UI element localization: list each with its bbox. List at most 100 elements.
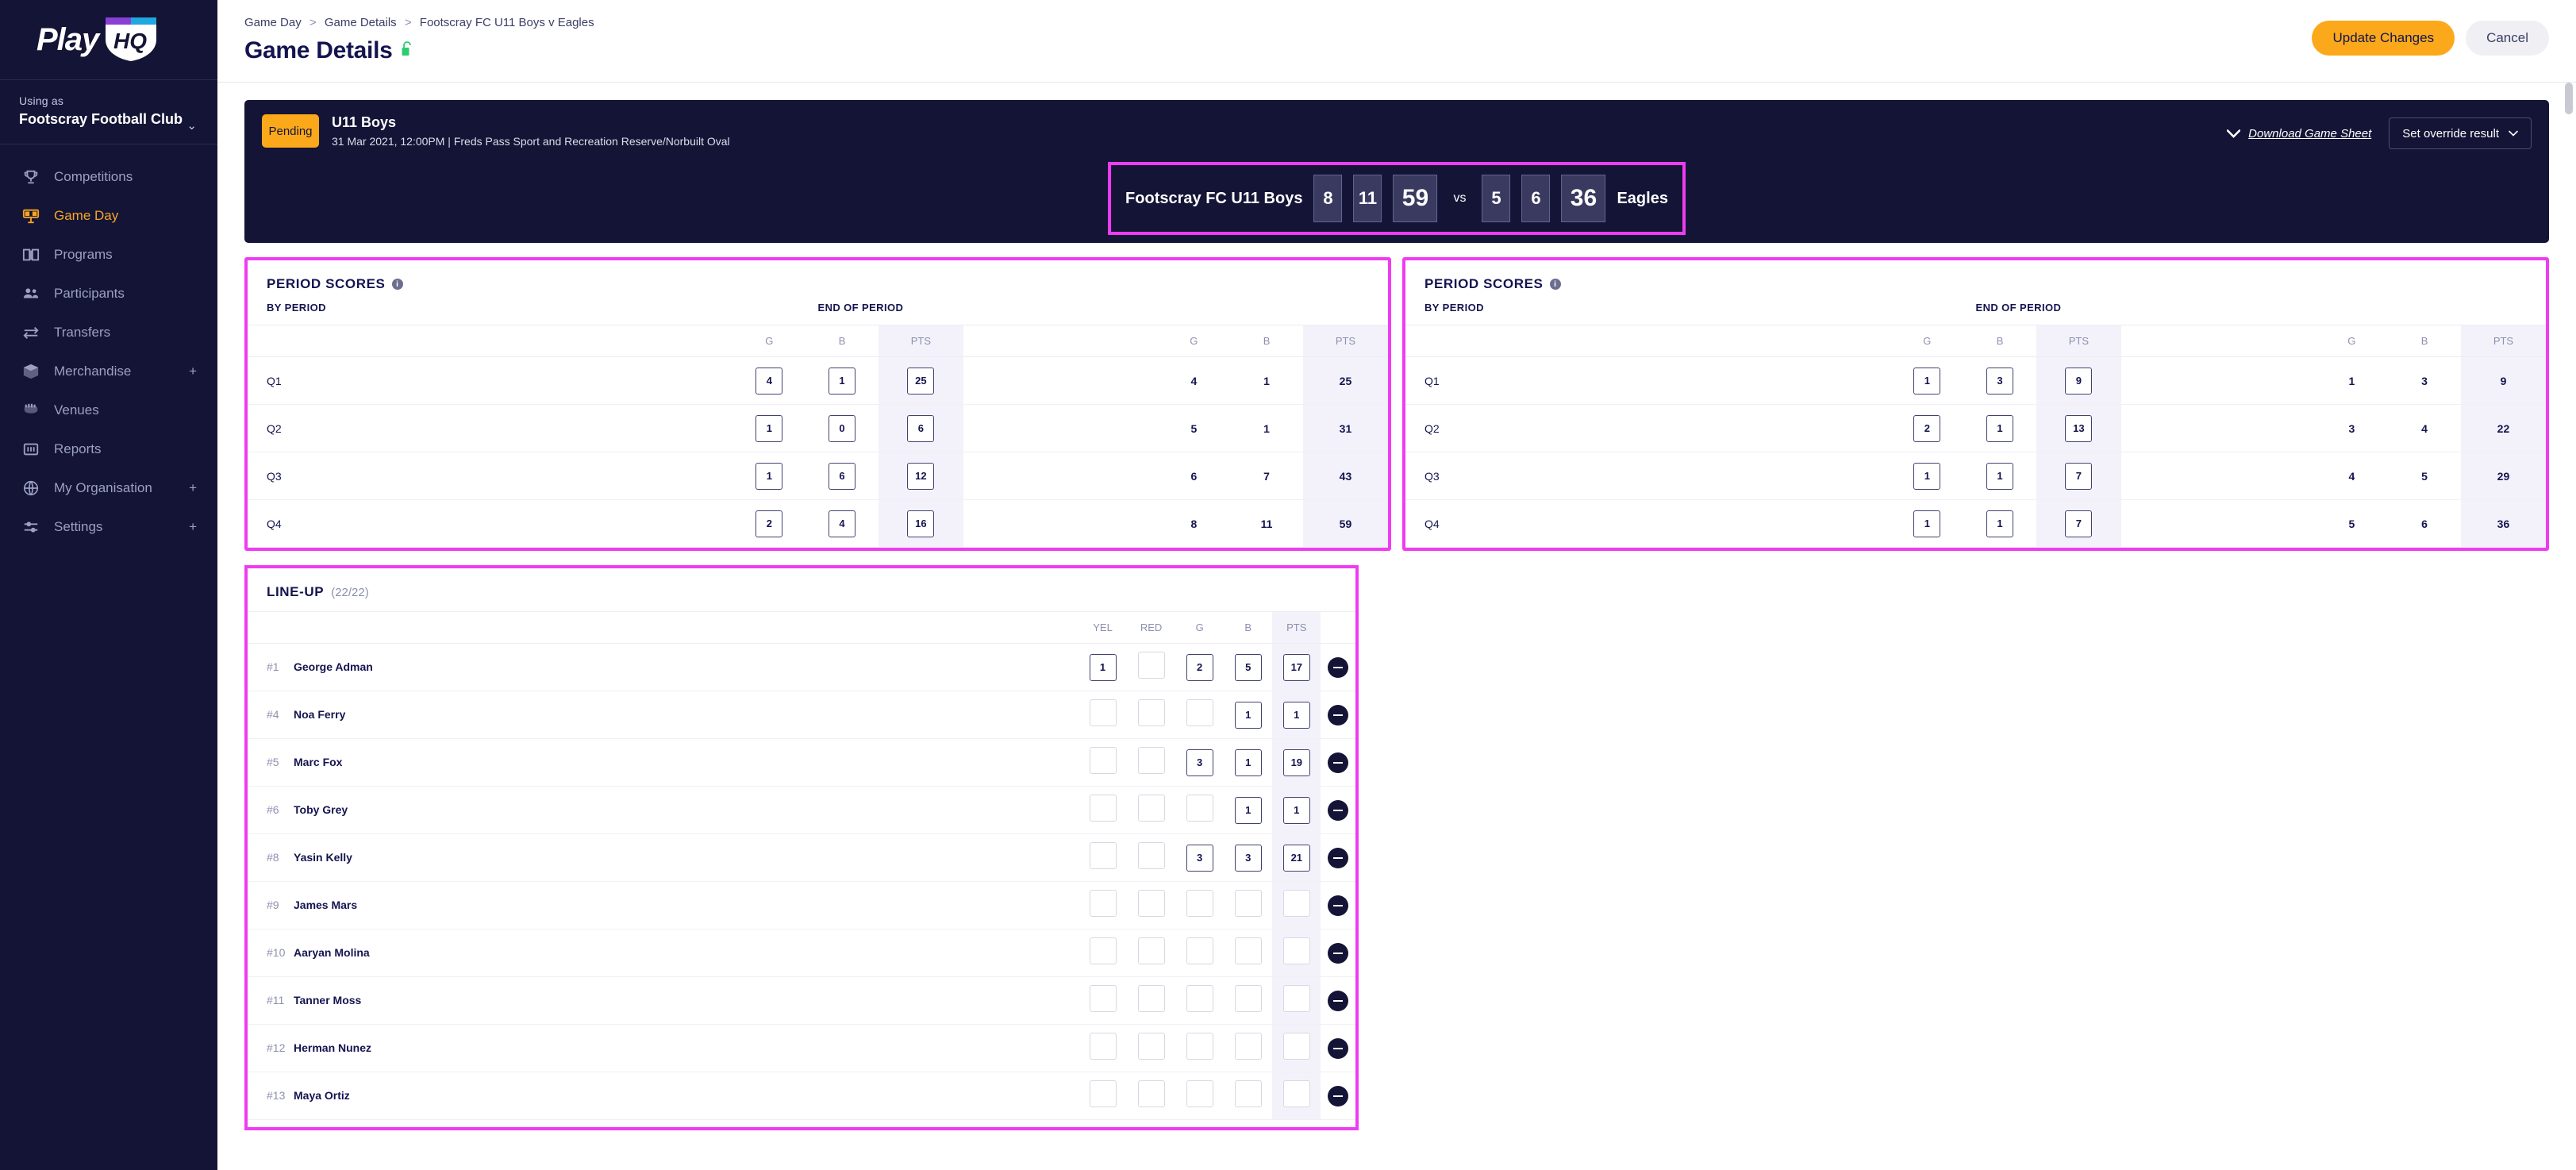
minus-circle-icon[interactable] [1328,799,1349,821]
by-period-behinds-input[interactable]: 1 [829,367,856,394]
red-card-input[interactable] [1137,795,1165,822]
sidebar-item-transfers[interactable]: Transfers [0,313,217,352]
yellow-card-input[interactable] [1089,985,1117,1012]
behinds-input[interactable] [1234,1033,1262,1060]
by-period-goals-input[interactable]: 1 [755,462,783,490]
by-period-points-input[interactable]: 7 [2065,462,2093,490]
by-period-points-input[interactable]: 16 [907,510,935,537]
yellow-card-input[interactable] [1089,890,1117,917]
behinds-input[interactable] [1234,985,1262,1012]
breadcrumb-item-match[interactable]: Footscray FC U11 Boys v Eagles [420,16,594,29]
sidebar-item-reports[interactable]: Reports [0,429,217,468]
behinds-input[interactable]: 5 [1234,653,1262,681]
by-period-points-input[interactable]: 12 [907,462,935,490]
playhq-logo[interactable]: Play HQ [0,0,217,79]
info-icon[interactable]: i [391,279,403,290]
breadcrumb-item-game-details[interactable]: Game Details [325,16,397,29]
red-card-input[interactable] [1137,842,1165,869]
goals-input[interactable] [1186,890,1213,917]
update-changes-button[interactable]: Update Changes [2312,21,2455,56]
by-period-points-input[interactable]: 25 [907,367,935,394]
by-period-points-input[interactable]: 7 [2065,510,2093,537]
expand-icon[interactable]: + [189,364,197,379]
by-period-goals-input[interactable]: 2 [1913,414,1941,442]
red-card-input[interactable] [1137,1080,1165,1107]
sidebar-item-programs[interactable]: Programs [0,235,217,274]
info-icon[interactable]: i [1549,279,1561,290]
cancel-button[interactable]: Cancel [2466,21,2549,56]
sidebar-item-participants[interactable]: Participants [0,274,217,313]
points-input[interactable]: 1 [1282,701,1310,729]
yellow-card-input[interactable] [1089,699,1117,726]
sidebar-item-venues[interactable]: Venues [0,391,217,429]
points-input[interactable]: 19 [1282,749,1310,776]
points-input[interactable]: 1 [1282,796,1310,824]
by-period-points-input[interactable]: 13 [2065,414,2093,442]
red-card-input[interactable] [1137,890,1165,917]
minus-circle-icon[interactable] [1328,895,1349,916]
behinds-input[interactable] [1234,1080,1262,1107]
using-as-switcher[interactable]: Using as Footscray Football Club ⌄ [0,79,217,144]
goals-input[interactable]: 2 [1186,653,1213,681]
red-card-input[interactable] [1137,985,1165,1012]
by-period-goals-input[interactable]: 2 [755,510,783,537]
minus-circle-icon[interactable] [1328,847,1349,868]
red-card-input[interactable] [1137,652,1165,679]
sidebar-item-settings[interactable]: Settings + [0,507,217,546]
yellow-card-input[interactable] [1089,842,1117,869]
goals-input[interactable] [1186,1033,1213,1060]
sidebar-item-competitions[interactable]: Competitions [0,157,217,196]
red-card-input[interactable] [1137,1033,1165,1060]
goals-input[interactable]: 3 [1186,749,1213,776]
yellow-card-input[interactable] [1089,747,1117,774]
points-input[interactable]: 21 [1282,844,1310,872]
sidebar-item-my-organisation[interactable]: My Organisation + [0,468,217,507]
by-period-behinds-input[interactable]: 6 [829,462,856,490]
by-period-behinds-input[interactable]: 4 [829,510,856,537]
minus-circle-icon[interactable] [1328,752,1349,773]
behinds-input[interactable] [1234,890,1262,917]
minus-circle-icon[interactable] [1328,704,1349,725]
minus-circle-icon[interactable] [1328,990,1349,1011]
points-input[interactable] [1282,1080,1310,1107]
by-period-behinds-input[interactable]: 0 [829,414,856,442]
goals-input[interactable] [1186,1080,1213,1107]
by-period-goals-input[interactable]: 4 [755,367,783,394]
yellow-card-input[interactable] [1089,1080,1117,1107]
behinds-input[interactable]: 1 [1234,749,1262,776]
goals-input[interactable] [1186,985,1213,1012]
behinds-input[interactable]: 1 [1234,701,1262,729]
yellow-card-input[interactable] [1089,1033,1117,1060]
points-input[interactable] [1282,937,1310,964]
minus-circle-icon[interactable] [1328,1085,1349,1106]
by-period-goals-input[interactable]: 1 [755,414,783,442]
by-period-points-input[interactable]: 6 [907,414,935,442]
set-override-result-select[interactable]: Set override result [2389,117,2532,149]
by-period-behinds-input[interactable]: 1 [1986,510,2014,537]
behinds-input[interactable]: 3 [1234,844,1262,872]
points-input[interactable] [1282,985,1310,1012]
expand-icon[interactable]: + [189,519,197,535]
behinds-input[interactable]: 1 [1234,796,1262,824]
points-input[interactable] [1282,1033,1310,1060]
points-input[interactable]: 17 [1282,653,1310,681]
sidebar-item-game-day[interactable]: Game Day [0,196,217,235]
by-period-goals-input[interactable]: 1 [1913,367,1941,394]
breadcrumb-item-game-day[interactable]: Game Day [244,16,302,29]
by-period-goals-input[interactable]: 1 [1913,462,1941,490]
minus-circle-icon[interactable] [1328,1037,1349,1059]
goals-input[interactable] [1186,795,1213,822]
by-period-goals-input[interactable]: 1 [1913,510,1941,537]
red-card-input[interactable] [1137,699,1165,726]
yellow-card-input[interactable] [1089,795,1117,822]
minus-circle-icon[interactable] [1328,942,1349,964]
goals-input[interactable] [1186,699,1213,726]
behinds-input[interactable] [1234,937,1262,964]
by-period-behinds-input[interactable]: 1 [1986,462,2014,490]
download-game-sheet-link[interactable]: Download Game Sheet [2227,127,2371,140]
expand-icon[interactable]: + [189,480,197,496]
by-period-points-input[interactable]: 9 [2065,367,2093,394]
by-period-behinds-input[interactable]: 3 [1986,367,2014,394]
minus-circle-icon[interactable] [1328,656,1349,678]
sidebar-item-merchandise[interactable]: Merchandise + [0,352,217,391]
